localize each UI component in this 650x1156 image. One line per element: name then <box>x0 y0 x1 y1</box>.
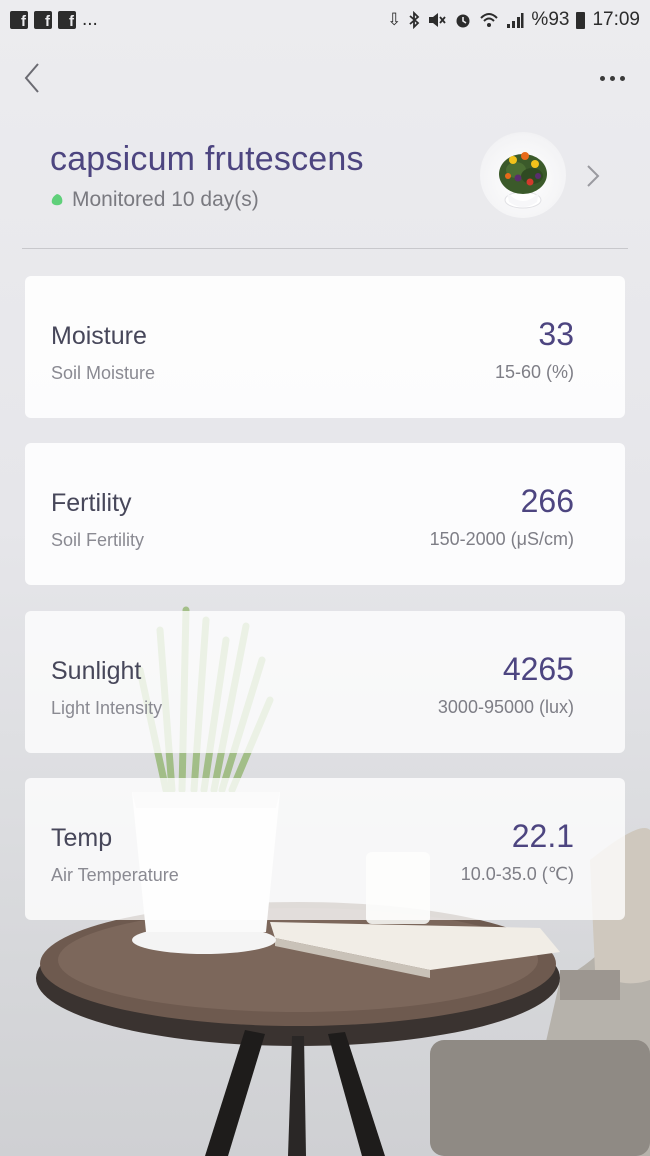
metric-title: Moisture <box>51 322 147 350</box>
metric-range: 10.0-35.0 (℃) <box>460 864 574 884</box>
metric-value: 33 <box>538 316 574 352</box>
metric-value: 266 <box>520 483 574 519</box>
metric-subtitle: Soil Moisture <box>51 363 156 383</box>
battery-percent: %93 <box>531 9 570 30</box>
battery-icon <box>576 11 586 29</box>
metric-title: Sunlight <box>51 657 142 685</box>
metric-title: Fertility <box>51 489 132 517</box>
alarm-icon <box>456 14 470 28</box>
signal-icon <box>507 13 524 28</box>
metric-subtitle: Air Temperature <box>51 865 179 885</box>
metric-subtitle: Light Intensity <box>51 698 163 718</box>
chevron-right-icon[interactable] <box>584 163 602 189</box>
mute-icon <box>429 13 447 27</box>
more-options-icon[interactable] <box>600 68 630 88</box>
leaf-status-icon <box>51 194 63 206</box>
facebook-icon: f <box>34 11 52 29</box>
plant-thumbnail[interactable] <box>480 132 566 218</box>
bluetooth-icon <box>409 11 420 29</box>
metric-card-moisture[interactable]: Moisture Soil Moisture 33 15-60 (%) <box>25 276 625 418</box>
status-bar: f f f ... ⇩ %93 17:09 <box>0 0 650 40</box>
monitor-status: Monitored 10 day(s) <box>50 188 259 212</box>
metric-subtitle: Soil Fertility <box>51 530 145 550</box>
facebook-icon: f <box>58 11 76 29</box>
metric-title: Temp <box>51 824 113 852</box>
clock: 17:09 <box>592 9 640 30</box>
header-divider <box>22 248 628 249</box>
more-notifications-indicator: ... <box>82 9 98 30</box>
metric-range: 3000-95000 (lux) <box>437 697 574 717</box>
metric-card-fertility[interactable]: Fertility Soil Fertility 266 150-2000 (μ… <box>25 443 625 585</box>
download-icon: ⇩ <box>387 10 402 29</box>
metric-value: 22.1 <box>511 818 574 854</box>
metric-card-temp[interactable]: Temp Air Temperature 22.1 10.0-35.0 (℃) <box>25 778 625 920</box>
wifi-icon <box>480 13 499 27</box>
system-icons: ⇩ %93 17:09 <box>387 9 640 31</box>
facebook-icon: f <box>10 11 28 29</box>
metric-card-sunlight[interactable]: Sunlight Light Intensity 4265 3000-95000… <box>25 611 625 753</box>
metric-range: 15-60 (%) <box>494 362 574 382</box>
metric-value: 4265 <box>502 651 574 687</box>
plant-name: capsicum frutescens <box>50 140 364 178</box>
plant-photo-icon <box>499 152 547 209</box>
monitored-duration: Monitored 10 day(s) <box>72 188 259 211</box>
plant-header[interactable]: capsicum frutescens Monitored 10 day(s) <box>0 130 650 248</box>
notification-icons: f f f ... <box>10 9 98 31</box>
metric-range: 150-2000 (μS/cm) <box>429 529 574 549</box>
back-arrow-icon[interactable] <box>18 60 46 96</box>
